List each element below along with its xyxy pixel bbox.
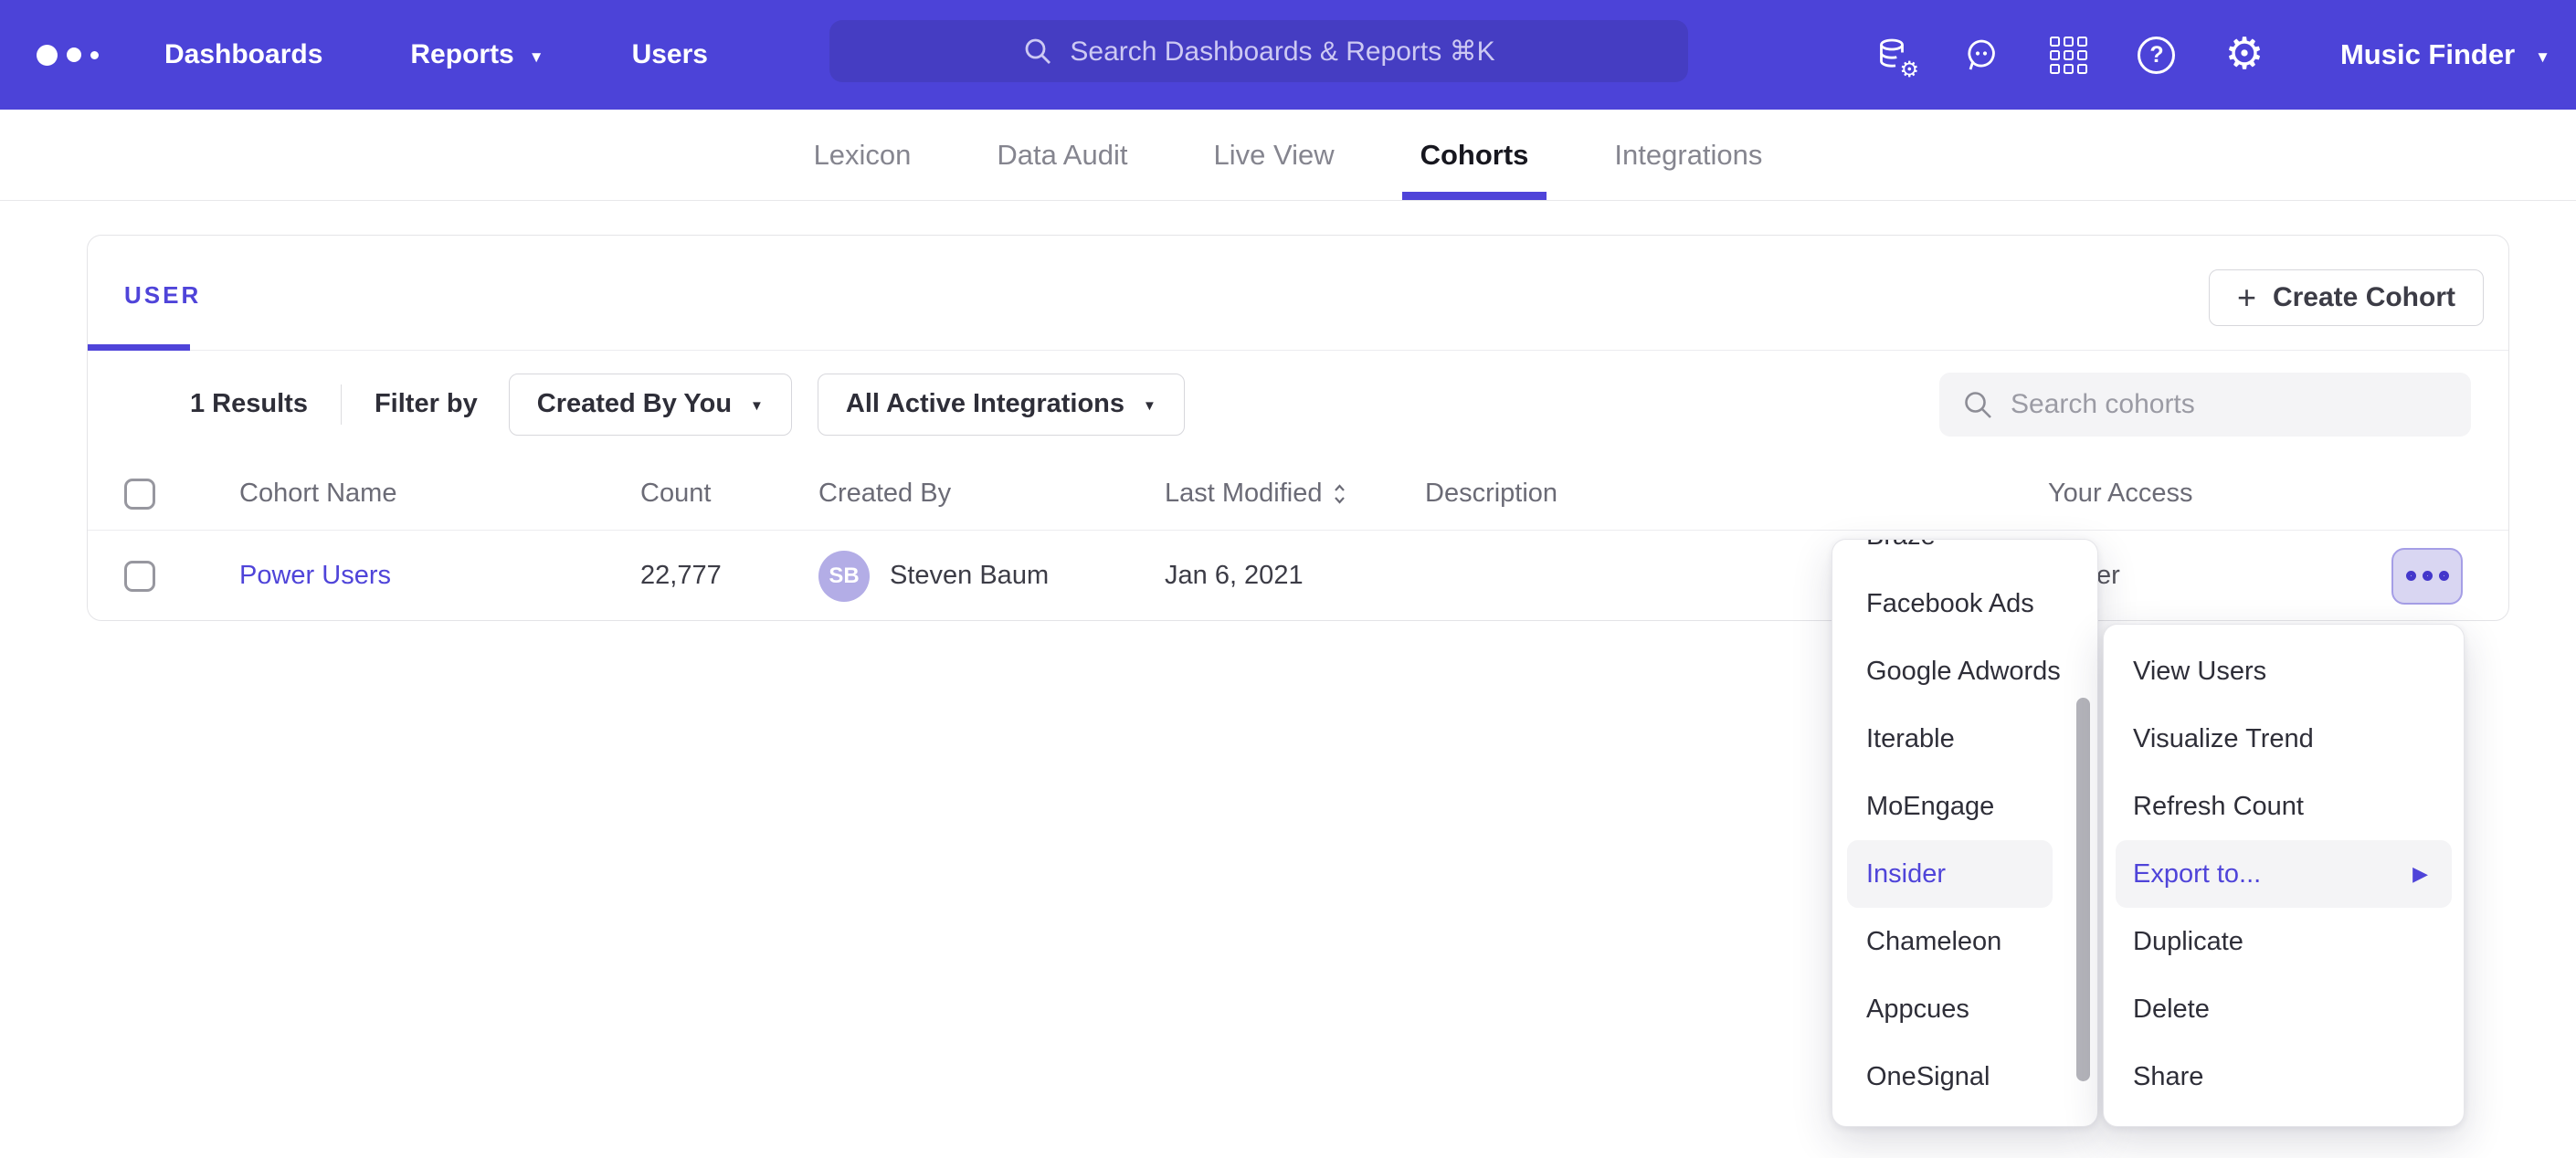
- nav-users[interactable]: Users: [632, 39, 708, 70]
- tab-cohorts[interactable]: Cohorts: [1415, 110, 1535, 200]
- active-tab-underline: [1402, 192, 1547, 200]
- select-all-checkbox[interactable]: [124, 479, 155, 510]
- chevron-down-icon: ▼: [1143, 399, 1156, 413]
- project-name: Music Finder: [2340, 38, 2515, 71]
- tab-lexicon[interactable]: Lexicon: [808, 110, 917, 200]
- menu-item-google-adwords[interactable]: Google Adwords: [1832, 637, 2097, 705]
- sort-icon: [1332, 481, 1347, 507]
- question-mark: ?: [2149, 42, 2163, 68]
- project-switcher[interactable]: Music Finder ▼: [2340, 38, 2550, 71]
- chevron-down-icon: ▼: [529, 49, 544, 65]
- user-tab-underline: [88, 344, 190, 351]
- export-integrations-menu: Braze Facebook Ads Google Adwords Iterab…: [1832, 539, 2098, 1127]
- col-header-your-access: Your Access: [2048, 479, 2508, 509]
- tab-live-view[interactable]: Live View: [1208, 110, 1339, 200]
- menu-item-moengage[interactable]: MoEngage: [1832, 773, 2097, 840]
- results-count: 1 Results: [190, 389, 308, 419]
- filter-by-label: Filter by: [375, 389, 478, 419]
- chevron-down-icon: ▼: [750, 399, 764, 413]
- plus-icon: +: [2237, 281, 2256, 314]
- tab-data-audit[interactable]: Data Audit: [991, 110, 1133, 200]
- global-search-input[interactable]: Search Dashboards & Reports ⌘K: [829, 20, 1688, 82]
- menu-item-facebook-ads[interactable]: Facebook Ads: [1832, 570, 2097, 637]
- menu-item-chameleon[interactable]: Chameleon: [1832, 908, 2097, 975]
- col-header-count: Count: [640, 479, 818, 509]
- help-icon[interactable]: ?: [2136, 34, 2178, 76]
- menu-item-share[interactable]: Share: [2104, 1043, 2464, 1111]
- menu-item-duplicate[interactable]: Duplicate: [2104, 908, 2464, 975]
- menu-scrollbar[interactable]: [2076, 698, 2090, 1081]
- row-actions-button[interactable]: [2391, 548, 2463, 605]
- menu-item-delete[interactable]: Delete: [2104, 975, 2464, 1043]
- settings-gear-icon[interactable]: ⚙: [2223, 34, 2265, 76]
- data-settings-icon[interactable]: ⚙: [1873, 34, 1915, 76]
- divider: [341, 384, 342, 425]
- menu-item-insider[interactable]: Insider: [1847, 840, 2053, 908]
- menu-item-export-to[interactable]: Export to... ▶: [2116, 840, 2452, 908]
- menu-item-iterable[interactable]: Iterable: [1832, 705, 2097, 773]
- last-modified-date: Jan 6, 2021: [1165, 561, 1425, 591]
- integrations-filter-dropdown[interactable]: All Active Integrations ▼: [818, 374, 1185, 436]
- col-header-last-modified[interactable]: Last Modified: [1165, 479, 1425, 509]
- col-header-cohort-name: Cohort Name: [239, 479, 640, 509]
- col-header-description: Description: [1425, 479, 2048, 509]
- cohort-count: 22,777: [640, 561, 818, 591]
- search-icon: [1022, 36, 1053, 67]
- feedback-icon[interactable]: [1960, 34, 2002, 76]
- cohort-search-input[interactable]: [2011, 389, 2449, 420]
- nav-dashboards[interactable]: Dashboards: [164, 39, 322, 70]
- mixpanel-logo-icon[interactable]: [37, 45, 99, 66]
- top-navbar: Dashboards Reports ▼ Users Search Dashbo…: [0, 0, 2576, 110]
- apps-grid-icon[interactable]: [2048, 34, 2090, 76]
- created-by-filter-dropdown[interactable]: Created By You ▼: [509, 374, 792, 436]
- nav-reports[interactable]: Reports ▼: [410, 39, 544, 70]
- col-header-created-by: Created By: [818, 479, 1165, 509]
- cohort-name-link[interactable]: Power Users: [239, 561, 391, 590]
- menu-item-onesignal[interactable]: OneSignal: [1832, 1043, 2097, 1111]
- table-header-row: Cohort Name Count Created By Last Modifi…: [88, 458, 2508, 531]
- gear-badge-icon: ⚙: [1898, 59, 1920, 81]
- cohort-search-box[interactable]: [1939, 373, 2471, 437]
- avatar: SB: [818, 551, 870, 602]
- table-row: Power Users 22,777 SB Steven Baum Jan 6,…: [88, 531, 2508, 621]
- menu-item-visualize-trend[interactable]: Visualize Trend: [2104, 705, 2464, 773]
- row-checkbox[interactable]: [124, 561, 155, 592]
- tab-integrations[interactable]: Integrations: [1609, 110, 1768, 200]
- menu-item-view-users[interactable]: View Users: [2104, 637, 2464, 705]
- global-search-placeholder: Search Dashboards & Reports ⌘K: [1070, 36, 1494, 68]
- submenu-arrow-icon: ▶: [2412, 862, 2428, 886]
- menu-item-braze[interactable]: Braze: [1832, 539, 2097, 570]
- search-icon: [1961, 388, 1994, 421]
- created-by-name: Steven Baum: [890, 561, 1049, 591]
- tab-user-cohorts[interactable]: USER: [124, 281, 201, 310]
- menu-item-appcues[interactable]: Appcues: [1832, 975, 2097, 1043]
- chevron-down-icon: ▼: [2535, 49, 2550, 65]
- menu-item-refresh-count[interactable]: Refresh Count: [2104, 773, 2464, 840]
- create-cohort-button[interactable]: + Create Cohort: [2209, 269, 2484, 326]
- cohorts-panel: USER + Create Cohort 1 Results Filter by…: [87, 235, 2509, 621]
- section-tabbar: Lexicon Data Audit Live View Cohorts Int…: [0, 110, 2576, 201]
- row-actions-menu: View Users Visualize Trend Refresh Count…: [2103, 624, 2465, 1127]
